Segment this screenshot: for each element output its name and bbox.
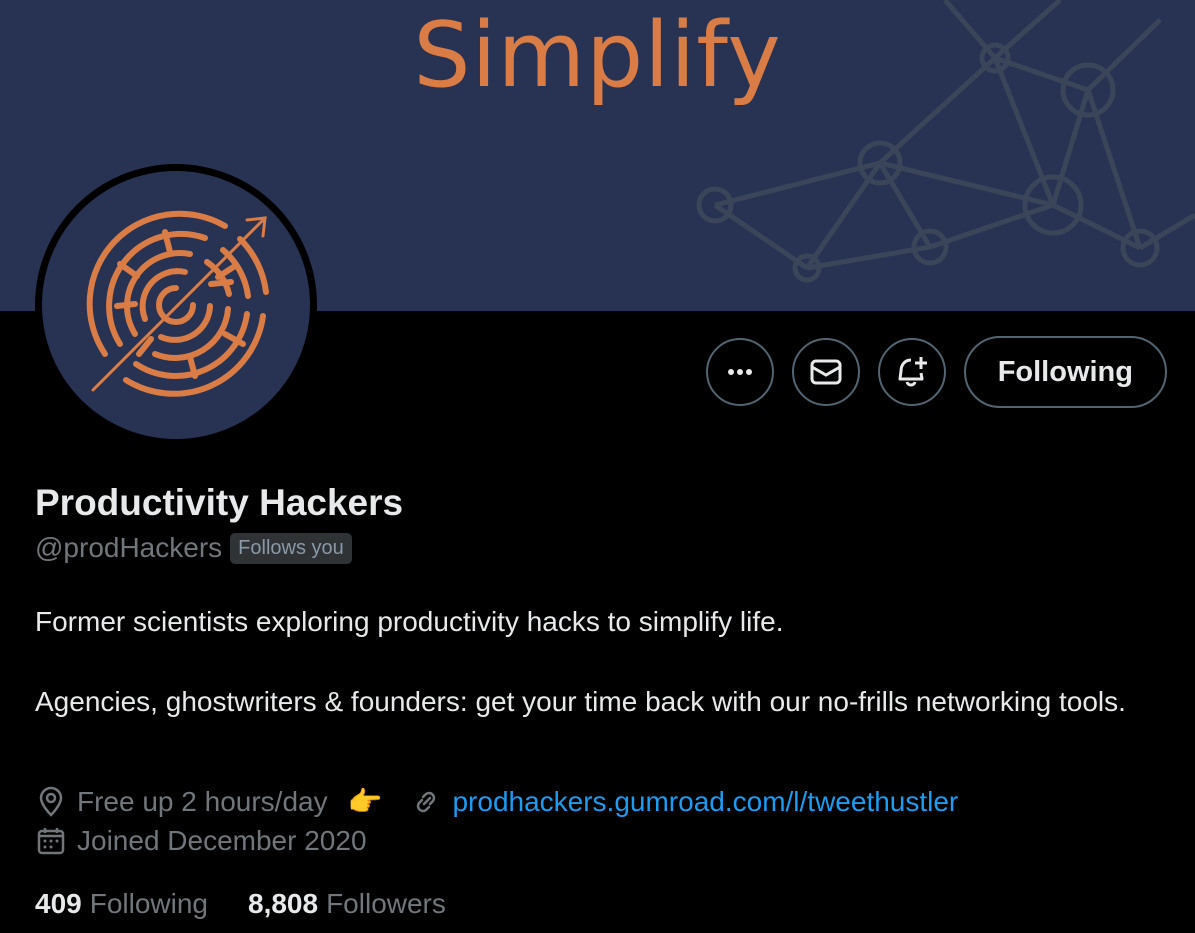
link-icon [417, 791, 436, 812]
joined-text: Joined December 2020 [77, 825, 367, 856]
bio-line: Former scientists exploring productivity… [35, 606, 784, 637]
more-dots-icon [727, 369, 752, 375]
message-button[interactable] [791, 338, 860, 406]
maze-arrow-logo-icon [42, 171, 310, 439]
following-label: Following [89, 888, 208, 919]
following-button[interactable]: Following [963, 336, 1167, 408]
location-item: Free up 2 hours/day 👉 [35, 785, 382, 818]
follows-you-badge: Follows you [230, 532, 352, 564]
profile-actions: Following [705, 336, 1167, 408]
joined-item: Joined December 2020 [35, 825, 367, 857]
calendar-icon [37, 828, 65, 855]
bell-plus-icon [898, 357, 927, 387]
followers-count: 8,808 [248, 888, 319, 919]
pointing-hand-emoji: 👉 [347, 786, 383, 817]
location-pin-icon [39, 786, 63, 817]
bio-line: Agencies, ghostwriters & founders: get y… [35, 686, 1126, 717]
follow-counts: 409 Following 8,808 Followers [35, 888, 446, 920]
profile-meta-row: Free up 2 hours/day 👉 prodhackers.gumroa… [35, 785, 958, 818]
followers-label: Followers [326, 888, 446, 919]
user-handle: @prodHackers [35, 532, 223, 563]
website-link[interactable]: prodhackers.gumroad.com/l/tweethustler [452, 786, 958, 818]
notify-button[interactable] [877, 338, 946, 406]
profile-bio: Former scientists exploring productivity… [35, 602, 1165, 722]
profile-joined-row: Joined December 2020 [35, 825, 367, 857]
envelope-icon [810, 359, 842, 385]
handle-row: @prodHackers Follows you [35, 532, 352, 564]
following-count: 409 [35, 888, 82, 919]
banner-title: Simplify [413, 3, 782, 108]
display-name: Productivity Hackers [35, 482, 404, 523]
avatar[interactable] [35, 164, 317, 446]
followers-count-link[interactable]: 8,808 Followers [248, 888, 446, 920]
more-button[interactable] [705, 338, 774, 406]
location-text: Free up 2 hours/day [77, 785, 328, 817]
website-item: prodhackers.gumroad.com/l/tweethustler [410, 786, 958, 818]
following-count-link[interactable]: 409 Following [35, 888, 208, 920]
